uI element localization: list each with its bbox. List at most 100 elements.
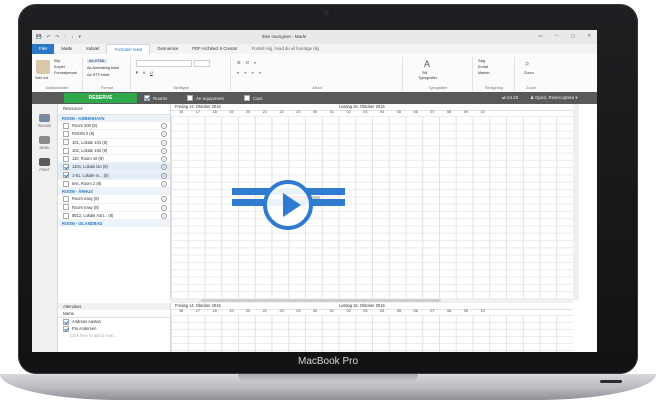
cars-checkbox[interactable] bbox=[244, 95, 250, 101]
add-attendee-hint[interactable]: Click here to add a new ... bbox=[58, 332, 170, 339]
resource-checkbox[interactable] bbox=[63, 180, 69, 187]
name-column-header[interactable]: Name bbox=[58, 310, 170, 318]
ribbon-tab[interactable]: Gennemse bbox=[150, 44, 185, 54]
resource-checkbox[interactable] bbox=[63, 130, 69, 137]
ribbon-tab[interactable]: Indsæt bbox=[79, 44, 106, 54]
info-icon[interactable]: i bbox=[161, 212, 167, 219]
ribbon: Sæt ind Klip Kopiér Formatpensel Udklips… bbox=[32, 54, 597, 93]
resource-row[interactable]: 110, Room 10 (8) i bbox=[58, 155, 170, 164]
italic-icon[interactable]: K bbox=[143, 71, 146, 75]
resource-checkbox[interactable] bbox=[63, 147, 69, 154]
window-control-icon[interactable]: ▢ bbox=[571, 33, 575, 39]
reserve-button[interactable]: RESERVE bbox=[64, 93, 137, 103]
quick-access-icon[interactable]: ↶ bbox=[47, 34, 51, 40]
nav-item[interactable]: MENU bbox=[34, 136, 55, 150]
select-button[interactable]: Markér bbox=[478, 71, 490, 75]
resources-panel: Resources ROOM - KØBENHAVN Room 200 (8) i… bbox=[58, 104, 171, 300]
resource-row[interactable]: Room easy (8) i bbox=[58, 204, 170, 212]
attendee-checkbox[interactable] bbox=[63, 318, 69, 325]
resource-row[interactable]: 101, Lokale 101 (8) i bbox=[58, 139, 170, 147]
nav-item[interactable]: ROOMS bbox=[34, 114, 55, 128]
resource-row[interactable]: 8812, Lokale Aart... (8) i bbox=[58, 212, 170, 221]
info-icon[interactable]: i bbox=[161, 204, 167, 211]
paste-button[interactable]: Sæt ind bbox=[35, 76, 48, 80]
attendee-time-slots[interactable] bbox=[171, 315, 573, 352]
quick-access-icon[interactable]: ▾ bbox=[79, 34, 81, 40]
find-button[interactable]: Søg bbox=[478, 59, 485, 63]
cars-option[interactable]: Cars bbox=[244, 94, 263, 102]
resource-row[interactable]: 1-01, Lokale m... (8) i bbox=[58, 171, 170, 181]
cut-button[interactable]: Klip bbox=[54, 59, 60, 63]
info-icon[interactable]: i bbox=[161, 139, 167, 146]
list-icon[interactable]: ☰ ☷ ≡ bbox=[237, 60, 258, 65]
quick-access-icon[interactable]: 💾 bbox=[36, 34, 42, 40]
resource-row[interactable]: 1104, Lokale lan (8) i bbox=[58, 163, 170, 172]
vertical-scrollbar[interactable] bbox=[573, 104, 579, 300]
resource-checkbox[interactable] bbox=[63, 164, 69, 171]
quick-access-icon[interactable]: ↑ bbox=[64, 34, 66, 40]
info-icon[interactable]: i bbox=[161, 156, 167, 163]
align-icon[interactable]: ≡ ≡ ≡ ≡ bbox=[237, 71, 263, 75]
ribbon-tab[interactable]: Fortæl mig, hvad du vil foretage dig bbox=[245, 44, 326, 54]
attendee-checkbox[interactable] bbox=[63, 325, 69, 332]
plain-text-button[interactable]: Aa Almindelig tekst bbox=[87, 66, 119, 70]
quick-access-icon[interactable]: ↓ bbox=[71, 34, 73, 40]
ribbon-tab[interactable]: Møde bbox=[54, 44, 79, 54]
equipment-option[interactable]: An equipment bbox=[187, 94, 224, 102]
resource-checkbox[interactable] bbox=[63, 196, 69, 203]
window-control-icon[interactable]: ▭ bbox=[538, 33, 542, 39]
rooms-option[interactable]: Rooms bbox=[144, 94, 167, 102]
attendee-row[interactable]: Pia Andersen bbox=[58, 325, 170, 332]
format-painter-button[interactable]: Formatpensel bbox=[54, 71, 77, 75]
resource-checkbox[interactable] bbox=[63, 212, 69, 219]
info-icon[interactable]: i bbox=[161, 123, 167, 129]
resource-checkbox[interactable] bbox=[63, 139, 69, 146]
resource-checkbox[interactable] bbox=[63, 155, 69, 162]
resource-row[interactable]: ROOM 2 (8) i bbox=[58, 130, 170, 139]
ribbon-tab[interactable]: PDF Architect 6 Creator bbox=[185, 44, 244, 54]
styles-pane-button[interactable]: Typografier bbox=[418, 76, 437, 80]
nav-item[interactable]: PRINT bbox=[34, 158, 55, 172]
rtf-button[interactable]: Aa RTF-tekst bbox=[87, 73, 109, 77]
rooms-checkbox[interactable] bbox=[144, 95, 150, 101]
timezone-label[interactable]: ⇄ 24.25 bbox=[502, 95, 518, 101]
info-icon[interactable]: i bbox=[161, 147, 167, 154]
info-icon[interactable]: i bbox=[161, 164, 167, 171]
resource-checkbox[interactable] bbox=[63, 122, 69, 129]
quick-access-icon[interactable]: ↷ bbox=[55, 34, 59, 40]
window-control-icon[interactable]: ✕ bbox=[587, 33, 591, 39]
resource-row[interactable]: 102, Lokale 102 (8) i bbox=[58, 147, 170, 156]
styles-icon[interactable]: A bbox=[424, 59, 430, 69]
info-icon[interactable]: i bbox=[161, 131, 167, 138]
play-icon[interactable] bbox=[263, 180, 313, 230]
window-control-icon[interactable]: — bbox=[554, 33, 559, 39]
html-format-button[interactable]: Aa HTML bbox=[87, 59, 108, 63]
info-icon[interactable]: i bbox=[161, 181, 167, 188]
section-copenhagen[interactable]: ROOM - KØBENHAVN bbox=[58, 115, 170, 122]
equipment-checkbox[interactable] bbox=[187, 95, 193, 101]
attendee-row[interactable]: Andreas Aastan bbox=[58, 318, 170, 325]
info-icon[interactable]: i bbox=[161, 196, 167, 203]
bold-icon[interactable]: F bbox=[136, 71, 138, 75]
zoom-button[interactable]: Zoom bbox=[524, 71, 534, 75]
underline-icon[interactable]: U bbox=[150, 71, 153, 75]
resource-checkbox[interactable] bbox=[63, 204, 69, 211]
ribbon-tab[interactable]: Formatér tekst bbox=[106, 43, 151, 55]
paste-icon[interactable] bbox=[36, 60, 50, 74]
resource-row[interactable]: test, Room 2 (8) i bbox=[58, 180, 170, 189]
styles-button[interactable]: Stil bbox=[422, 71, 427, 75]
font-size-select[interactable] bbox=[194, 60, 210, 67]
copy-button[interactable]: Kopiér bbox=[54, 65, 65, 69]
resource-row[interactable]: Room easy (8) i bbox=[58, 195, 170, 204]
video-overlay[interactable] bbox=[232, 180, 352, 260]
font-name-select[interactable] bbox=[136, 60, 192, 67]
user-menu[interactable]: ♟ Djord, Rivercoptera ▾ bbox=[530, 95, 578, 101]
ribbon-tab[interactable]: Filer bbox=[32, 44, 55, 54]
replace-button[interactable]: Erstat bbox=[478, 65, 488, 69]
resource-checkbox[interactable] bbox=[63, 172, 69, 179]
info-icon[interactable]: i bbox=[161, 172, 167, 179]
section-islandbad[interactable]: ROOM - ISLANDBAD bbox=[58, 220, 170, 228]
resource-row[interactable]: Room 200 (8) i bbox=[58, 122, 170, 131]
zoom-icon[interactable]: ⌕ bbox=[525, 59, 529, 69]
section-aarhus[interactable]: ROOM - ÅRHUS bbox=[58, 188, 170, 196]
